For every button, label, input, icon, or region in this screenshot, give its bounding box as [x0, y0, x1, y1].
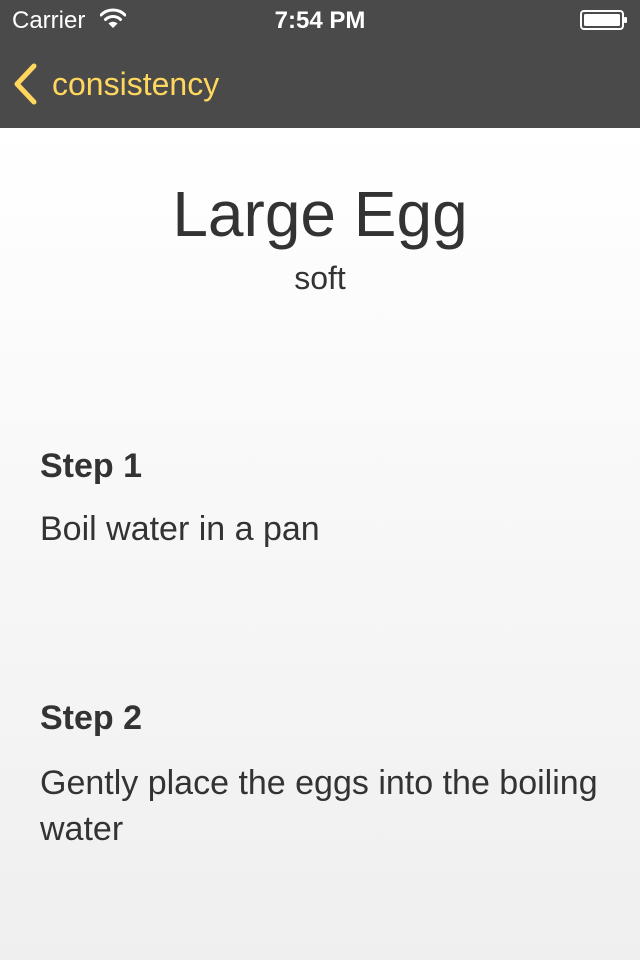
top-bar: Carrier 7:54 PM consistency [0, 0, 640, 128]
chevron-left-icon [14, 63, 37, 105]
status-time: 7:54 PM [274, 7, 366, 34]
step-heading: Step 1 [40, 447, 143, 485]
page-title: Large Egg [172, 178, 468, 250]
page-subtitle: soft [294, 260, 346, 296]
step-text: Gently place the eggs into the boiling w… [40, 764, 598, 848]
navigation-bar: consistency [0, 40, 640, 128]
step-text: Boil water in a pan [40, 510, 320, 548]
back-button[interactable]: consistency [12, 60, 219, 108]
status-bar: Carrier 7:54 PM [0, 0, 640, 40]
back-button-label: consistency [52, 66, 220, 102]
recipe-content: Large Egg soft Step 1 Boil water in a pa… [0, 128, 640, 960]
step-heading: Step 2 [40, 699, 143, 737]
battery-icon [580, 10, 627, 30]
